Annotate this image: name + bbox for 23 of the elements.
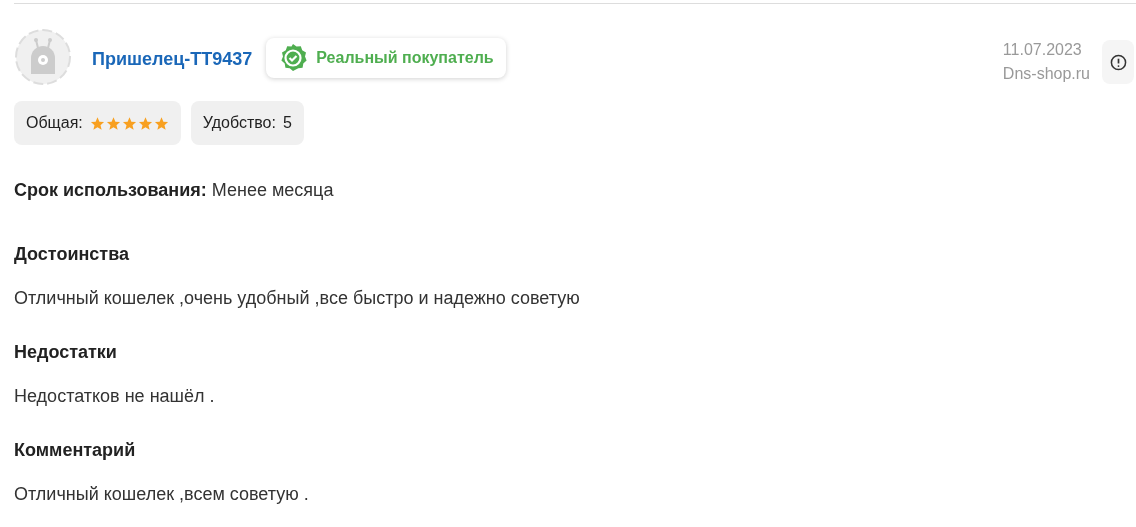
usage-period: Срок использования: Менее месяца [14,179,335,202]
star-icon [153,115,169,131]
badge-label: Реальный покупатель [316,48,494,68]
review-source: Dns-shop.ru [1002,64,1090,84]
section-text: Отличный кошелек ,всем советую . [14,483,310,506]
info-icon [1109,53,1127,71]
review-date: 11.07.2023 [1002,40,1082,60]
rating-label: Общая: [26,113,83,133]
section-title: Комментарий [14,439,137,462]
section-title: Недостатки [14,341,118,364]
section-title: Достоинства [14,243,130,266]
star-icon [89,115,105,131]
star-icon [121,115,137,131]
author-link[interactable]: Пришелец-TT9437 [92,46,253,73]
star-icon [105,115,121,131]
star-icon [137,115,153,131]
rating-label: Удобство: [202,113,276,133]
verified-check-icon [278,43,309,73]
section-text: Отличный кошелек ,очень удобный ,все быстро и надежно советую [14,287,581,310]
rating-value: 5 [282,113,292,133]
report-button[interactable] [1102,40,1134,84]
avatar-icon [14,28,72,86]
section-text: Недостатков не нашёл . [14,385,216,408]
